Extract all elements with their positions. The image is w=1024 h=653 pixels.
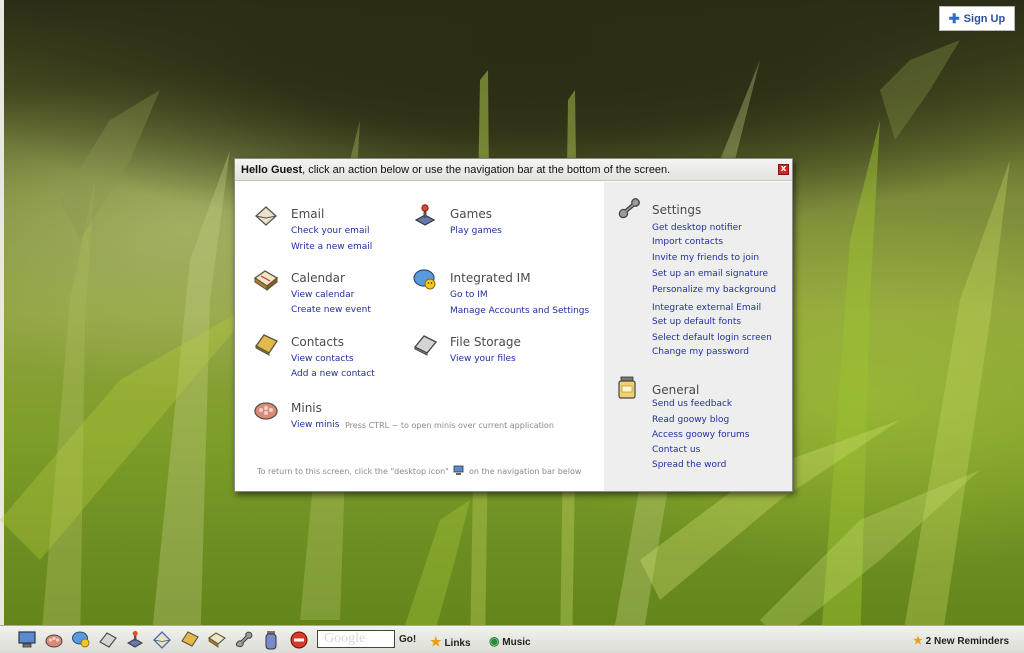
star-icon: ★ [430, 634, 442, 649]
links-button[interactable]: ★ Links [430, 634, 471, 650]
settings-icon [618, 198, 640, 219]
sign-up-button[interactable]: ✚ Sign Up [939, 6, 1015, 31]
play-games-link[interactable]: Play games [450, 226, 502, 236]
dialog-footer: To return to this screen, click the "des… [257, 465, 581, 476]
write-email-link[interactable]: Write a new email [291, 242, 372, 252]
close-icon[interactable]: x [778, 164, 789, 175]
general-icon [618, 376, 636, 399]
music-button[interactable]: ◉ Music [489, 634, 531, 648]
contact-us-link[interactable]: Contact us [652, 445, 700, 455]
change-password-link[interactable]: Change my password [652, 347, 749, 357]
im-heading: Integrated IM [450, 271, 531, 285]
email-icon[interactable] [152, 630, 172, 650]
file-storage-icon [413, 335, 438, 356]
footer-text-before: To return to this screen, click the "des… [257, 467, 449, 476]
minis-hint: Press CTRL ~ to open minis over current … [345, 421, 554, 430]
settings-heading: Settings [652, 203, 702, 217]
star-icon: ★ [913, 635, 923, 647]
import-contacts-link[interactable]: Import contacts [652, 237, 723, 247]
desktop-icon [454, 465, 464, 475]
reminders-button[interactable]: ★ 2 New Reminders [913, 634, 1009, 647]
view-contacts-link[interactable]: View contacts [291, 354, 354, 364]
minis-icon[interactable] [44, 630, 64, 650]
settings-panel: Settings Get desktop notifier Import con… [604, 182, 792, 491]
google-go-button[interactable]: Go! [399, 634, 416, 645]
contacts-icon[interactable] [180, 630, 200, 650]
external-email-link[interactable]: Integrate external Email [652, 303, 761, 313]
contacts-icon [255, 334, 278, 356]
default-fonts-link[interactable]: Set up default fonts [652, 317, 741, 327]
spread-word-link[interactable]: Spread the word [652, 460, 726, 470]
add-contact-link[interactable]: Add a new contact [291, 369, 375, 379]
window-left-edge [0, 0, 4, 653]
minis-heading: Minis [291, 401, 322, 415]
im-icon[interactable] [71, 630, 91, 650]
go-to-im-link[interactable]: Go to IM [450, 290, 488, 300]
minis-icon [254, 402, 278, 420]
links-label: Links [444, 638, 471, 649]
file-storage-heading: File Storage [450, 335, 521, 349]
invite-friends-link[interactable]: Invite my friends to join [652, 253, 759, 263]
google-search-input[interactable]: Google [317, 630, 395, 648]
personalize-background-link[interactable]: Personalize my background [652, 285, 776, 295]
globe-icon: ◉ [489, 634, 500, 648]
footer-text-after: on the navigation bar below [468, 467, 582, 476]
create-event-link[interactable]: Create new event [291, 305, 371, 315]
calendar-icon[interactable] [207, 630, 227, 650]
reminders-label: 2 New Reminders [925, 636, 1010, 647]
email-signature-link[interactable]: Set up an email signature [652, 269, 768, 279]
games-heading: Games [450, 207, 492, 221]
email-icon [255, 206, 277, 226]
file-storage-icon[interactable] [98, 630, 118, 650]
send-feedback-link[interactable]: Send us feedback [652, 399, 732, 409]
welcome-dialog: Hello Guest, click an action below or us… [234, 158, 793, 492]
manage-accounts-link[interactable]: Manage Accounts and Settings [450, 306, 589, 316]
navigation-bar: Google Go! ★ Links ◉ Music ★ 2 New Remin… [0, 625, 1024, 653]
email-heading: Email [291, 207, 325, 221]
view-calendar-link[interactable]: View calendar [291, 290, 354, 300]
plus-icon: ✚ [948, 11, 960, 26]
general-icon[interactable] [261, 630, 281, 650]
view-minis-link[interactable]: View minis [291, 420, 339, 430]
games-icon [414, 204, 436, 226]
im-icon [413, 269, 436, 290]
desktop-icon[interactable] [17, 630, 37, 650]
music-label: Music [502, 637, 531, 648]
dialog-title-bar: Hello Guest, click an action below or us… [235, 159, 792, 181]
greeting-text: , click an action below or use the navig… [302, 164, 671, 176]
sign-up-label: Sign Up [963, 12, 1006, 25]
greeting-name: Hello Guest [241, 164, 303, 176]
view-files-link[interactable]: View your files [450, 354, 516, 364]
settings-icon[interactable] [234, 630, 254, 650]
games-icon[interactable] [125, 630, 145, 650]
calendar-icon [253, 270, 279, 292]
access-forums-link[interactable]: Access goowy forums [652, 430, 749, 440]
desktop-notifier-link[interactable]: Get desktop notifier [652, 223, 742, 233]
default-login-screen-link[interactable]: Select default login screen [652, 333, 772, 343]
contacts-heading: Contacts [291, 335, 344, 349]
stop-icon[interactable] [289, 630, 309, 650]
check-email-link[interactable]: Check your email [291, 226, 369, 236]
read-blog-link[interactable]: Read goowy blog [652, 415, 729, 425]
calendar-heading: Calendar [291, 271, 345, 285]
general-heading: General [652, 383, 700, 397]
